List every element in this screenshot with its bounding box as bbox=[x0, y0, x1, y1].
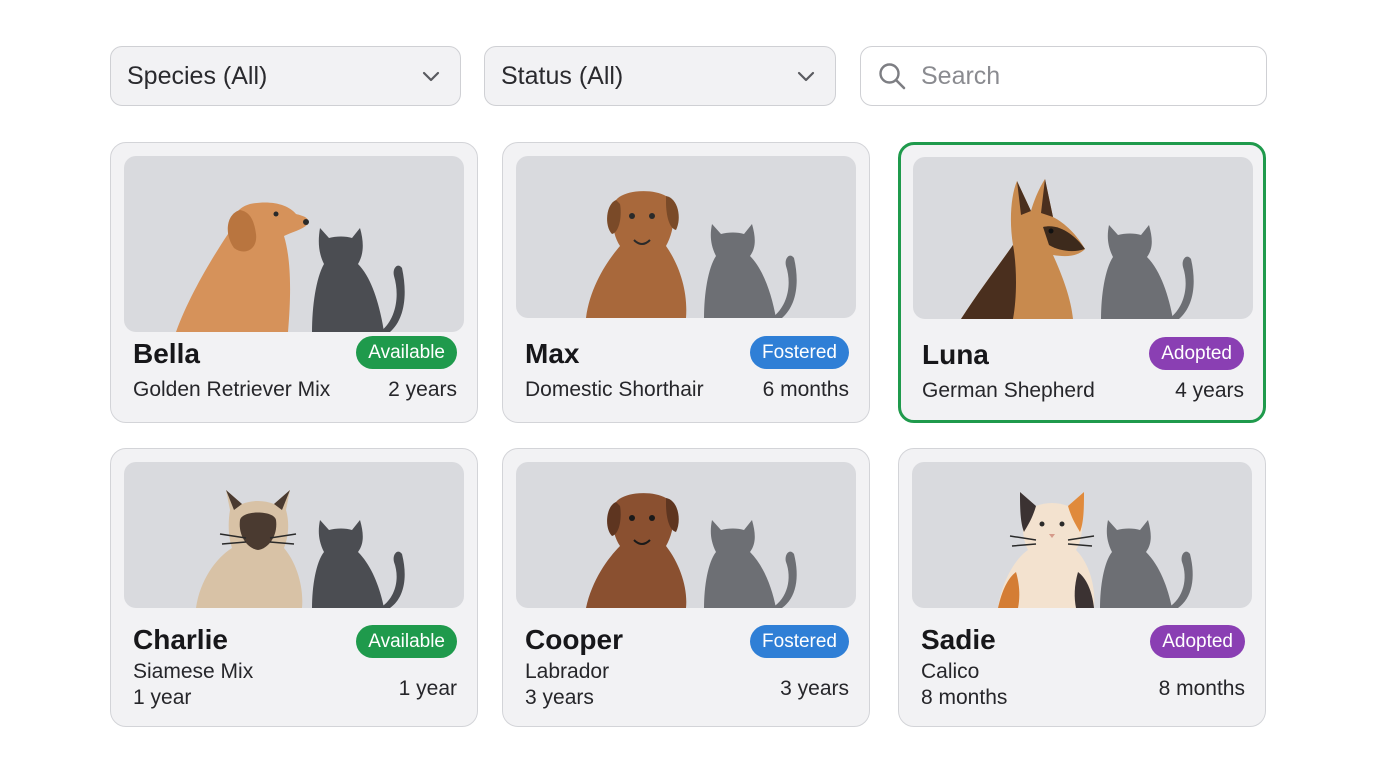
pet-card-charlie[interactable]: Charlie Available Siamese Mix 1 year 1 y… bbox=[110, 448, 478, 727]
german-shepherd-and-cat-illustration bbox=[961, 179, 1194, 319]
pet-card-sadie[interactable]: Sadie Adopted Calico 8 months 8 months bbox=[898, 448, 1266, 727]
status-badge: Available bbox=[356, 336, 457, 369]
search-box[interactable] bbox=[860, 46, 1267, 106]
chevron-down-icon bbox=[422, 71, 440, 82]
status-badge: Fostered bbox=[750, 336, 849, 369]
status-filter-label: Status (All) bbox=[501, 61, 624, 90]
search-icon bbox=[879, 63, 906, 90]
status-filter-dropdown[interactable]: Status (All) bbox=[484, 46, 836, 106]
pet-image bbox=[124, 156, 464, 332]
pet-age: 6 months bbox=[762, 378, 849, 401]
pet-image bbox=[912, 462, 1252, 608]
pet-card-max[interactable]: Max Fostered Domestic Shorthair 6 months bbox=[502, 142, 870, 423]
brown-dog-and-cat-illustration bbox=[586, 191, 797, 318]
species-filter-label: Species (All) bbox=[127, 61, 268, 90]
pet-breed: Siamese Mix bbox=[133, 660, 254, 683]
filter-bar: Species (All) Status (All) bbox=[110, 46, 1267, 106]
calico-cat-and-cat-illustration bbox=[998, 492, 1193, 608]
pet-name: Charlie bbox=[133, 624, 228, 655]
pet-name: Bella bbox=[133, 338, 200, 369]
pet-name: Sadie bbox=[921, 624, 996, 655]
pet-name: Max bbox=[525, 338, 580, 369]
siamese-cat-and-cat-illustration bbox=[196, 490, 405, 608]
status-badge: Available bbox=[356, 625, 457, 658]
pet-age-secondary: 3 years bbox=[525, 686, 594, 709]
chevron-down-icon bbox=[797, 71, 815, 82]
pet-card-luna[interactable]: Luna Adopted German Shepherd 4 years bbox=[898, 142, 1266, 423]
labrador-and-cat-illustration bbox=[586, 493, 797, 608]
pet-age: 3 years bbox=[780, 677, 849, 700]
pet-name: Cooper bbox=[525, 624, 623, 655]
pet-card-bella[interactable]: Bella Available Golden Retriever Mix 2 y… bbox=[110, 142, 478, 423]
pet-age: 2 years bbox=[388, 378, 457, 401]
pet-breed: Calico bbox=[921, 660, 980, 683]
status-badge: Adopted bbox=[1150, 625, 1245, 658]
pet-age: 4 years bbox=[1175, 379, 1244, 402]
search-input[interactable] bbox=[921, 61, 1241, 91]
golden-retriever-and-cat-illustration bbox=[176, 202, 405, 332]
species-filter-dropdown[interactable]: Species (All) bbox=[110, 46, 461, 106]
pet-breed: Labrador bbox=[525, 660, 610, 683]
pet-image bbox=[913, 157, 1253, 319]
pet-image bbox=[516, 462, 856, 608]
pet-age-secondary: 1 year bbox=[133, 686, 192, 709]
status-badge: Fostered bbox=[750, 625, 849, 658]
pet-breed: Golden Retriever Mix bbox=[133, 378, 331, 401]
status-badge: Adopted bbox=[1149, 337, 1244, 370]
pet-age: 8 months bbox=[1158, 677, 1245, 700]
pet-image bbox=[516, 156, 856, 318]
pet-age-secondary: 8 months bbox=[921, 686, 1008, 709]
pet-breed: Domestic Shorthair bbox=[525, 378, 704, 401]
pet-name: Luna bbox=[922, 339, 989, 370]
pet-age: 1 year bbox=[398, 677, 457, 700]
pet-image bbox=[124, 462, 464, 608]
pet-breed: German Shepherd bbox=[922, 379, 1095, 402]
pet-card-cooper[interactable]: Cooper Fostered Labrador 3 years 3 years bbox=[502, 448, 870, 727]
